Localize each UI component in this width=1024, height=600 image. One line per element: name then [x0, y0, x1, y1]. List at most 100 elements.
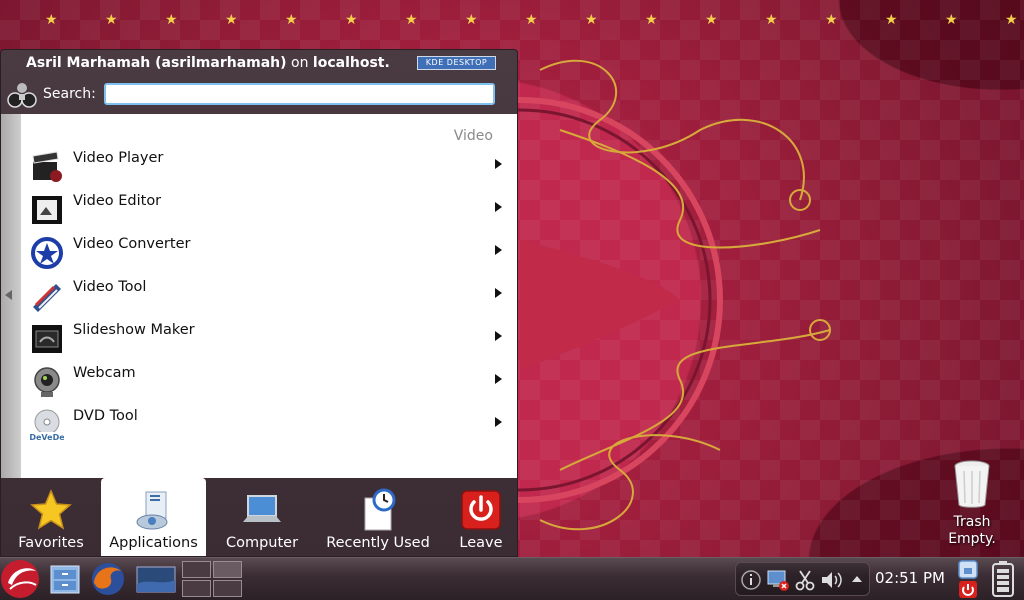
- app-item-video-editor[interactable]: Video Editor: [21, 187, 517, 230]
- applications-icon: [136, 491, 167, 530]
- star-decoration-icon: ★: [45, 12, 58, 28]
- kickoff-tabs: Favorites Applications Computer Recently…: [1, 478, 517, 556]
- app-item-video-tool[interactable]: Video Tool: [21, 273, 517, 316]
- star-decoration-icon: ★: [825, 12, 838, 28]
- dvd-icon: DeVeDe: [30, 409, 64, 442]
- submenu-arrow-icon: [495, 288, 502, 298]
- tab-label: Computer: [225, 535, 299, 551]
- system-tray: [735, 562, 870, 596]
- star-decoration-icon: ★: [1005, 12, 1018, 28]
- trash-label: Trash Empty.: [936, 514, 1008, 548]
- user-info: Asril Marhamah (asrilmarhamah) on localh…: [26, 55, 390, 71]
- star-border: ★ ★ ★ ★ ★ ★ ★ ★ ★ ★ ★ ★ ★ ★ ★ ★ ★: [0, 10, 1024, 30]
- svg-text:DeVeDe: DeVeDe: [30, 433, 64, 442]
- star-decoration-icon: ★: [585, 12, 598, 28]
- webcam-icon: [34, 367, 60, 397]
- star-decoration-icon: ★: [225, 12, 238, 28]
- app-label: Video Converter: [73, 236, 191, 252]
- tab-label: Leave: [459, 535, 503, 551]
- trash-icon: [954, 460, 990, 508]
- submenu-arrow-icon: [495, 245, 502, 255]
- app-label: Video Editor: [73, 193, 162, 209]
- star-decoration-icon: ★: [645, 12, 658, 28]
- application-list: Video Video Player Video Editor Video Co…: [1, 114, 517, 478]
- app-item-webcam[interactable]: Webcam: [21, 359, 517, 402]
- tab-label: Favorites: [18, 535, 84, 551]
- network-disconnected-icon[interactable]: [766, 568, 790, 592]
- kde-desktop-badge: KDE DESKTOP: [417, 56, 496, 70]
- film-strip-icon: [33, 284, 61, 312]
- app-label: Video Tool: [73, 279, 147, 295]
- star-decoration-icon: ★: [885, 12, 898, 28]
- clock-document-icon: [364, 488, 396, 531]
- file-manager-icon[interactable]: [48, 562, 82, 596]
- star-decoration-icon: ★: [105, 12, 118, 28]
- back-button[interactable]: [1, 114, 21, 478]
- search-input[interactable]: [104, 83, 495, 105]
- laptop-icon: [243, 495, 281, 522]
- scissors-icon[interactable]: [794, 569, 816, 591]
- star-decoration-icon: ★: [165, 12, 178, 28]
- star-decoration-icon: ★: [765, 12, 778, 28]
- trash-status: Empty.: [948, 531, 996, 547]
- tray-expand-icon[interactable]: [850, 573, 864, 585]
- star-decoration-icon: ★: [285, 12, 298, 28]
- app-label: Slideshow Maker: [73, 322, 195, 338]
- submenu-arrow-icon: [495, 159, 502, 169]
- star-decoration-icon: ★: [525, 12, 538, 28]
- tab-recently-used[interactable]: Recently Used: [319, 478, 437, 556]
- tab-label: Applications: [109, 535, 198, 551]
- breadcrumb: Video: [453, 128, 493, 144]
- pager-desktop-3[interactable]: [182, 580, 211, 597]
- clapperboard-icon: [32, 151, 62, 182]
- binoculars-icon: [7, 83, 37, 108]
- on-text: on: [286, 55, 313, 71]
- app-item-video-player[interactable]: Video Player: [21, 144, 517, 187]
- desktop-icon[interactable]: [136, 564, 176, 594]
- submenu-arrow-icon: [495, 202, 502, 212]
- trash-name: Trash: [953, 514, 991, 530]
- pager-desktop-4[interactable]: [213, 580, 242, 597]
- lock-logout-icon[interactable]: [957, 560, 979, 600]
- back-arrow-icon: [5, 290, 12, 300]
- app-label: Webcam: [73, 365, 136, 381]
- submenu-arrow-icon: [495, 417, 502, 427]
- app-label: Video Player: [73, 150, 164, 166]
- star-decoration-icon: ★: [945, 12, 958, 28]
- star-icon: [30, 489, 72, 530]
- star-decoration-icon: ★: [345, 12, 358, 28]
- application-launcher-icon[interactable]: [0, 559, 42, 599]
- tab-applications[interactable]: Applications: [101, 478, 206, 556]
- tab-favorites[interactable]: Favorites: [1, 478, 101, 556]
- host-name: localhost.: [312, 55, 390, 71]
- star-decoration-icon: ★: [705, 12, 718, 28]
- submenu-arrow-icon: [495, 331, 502, 341]
- user-name: Asril Marhamah (asrilmarhamah): [26, 55, 287, 71]
- converter-icon: [31, 237, 63, 269]
- info-icon[interactable]: [740, 569, 762, 591]
- app-item-dvd-tool[interactable]: DeVeDe DVD Tool: [21, 402, 517, 445]
- taskbar: 02:51 PM: [0, 557, 1024, 600]
- submenu-arrow-icon: [495, 374, 502, 384]
- menu-header: Asril Marhamah (asrilmarhamah) on localh…: [1, 50, 519, 114]
- tab-label: Recently Used: [326, 535, 430, 551]
- app-item-video-converter[interactable]: Video Converter: [21, 230, 517, 273]
- film-editor-icon: [32, 196, 62, 224]
- power-icon: [461, 490, 501, 530]
- battery-icon[interactable]: [990, 560, 1016, 598]
- trash-desktop-icon[interactable]: Trash Empty.: [936, 459, 1008, 551]
- pager-desktop-1[interactable]: [182, 561, 211, 578]
- pager-desktop-2[interactable]: [213, 561, 242, 578]
- slideshow-icon: [32, 325, 62, 353]
- firefox-icon[interactable]: [89, 561, 127, 597]
- star-decoration-icon: ★: [465, 12, 478, 28]
- clock[interactable]: 02:51 PM: [875, 569, 945, 587]
- star-decoration-icon: ★: [405, 12, 418, 28]
- search-label: Search:: [43, 86, 96, 102]
- app-item-slideshow-maker[interactable]: Slideshow Maker: [21, 316, 517, 359]
- tab-computer[interactable]: Computer: [211, 478, 313, 556]
- virtual-desktop-pager[interactable]: [182, 561, 244, 599]
- app-label: DVD Tool: [73, 408, 138, 424]
- volume-icon[interactable]: [820, 569, 844, 591]
- tab-leave[interactable]: Leave: [446, 478, 516, 556]
